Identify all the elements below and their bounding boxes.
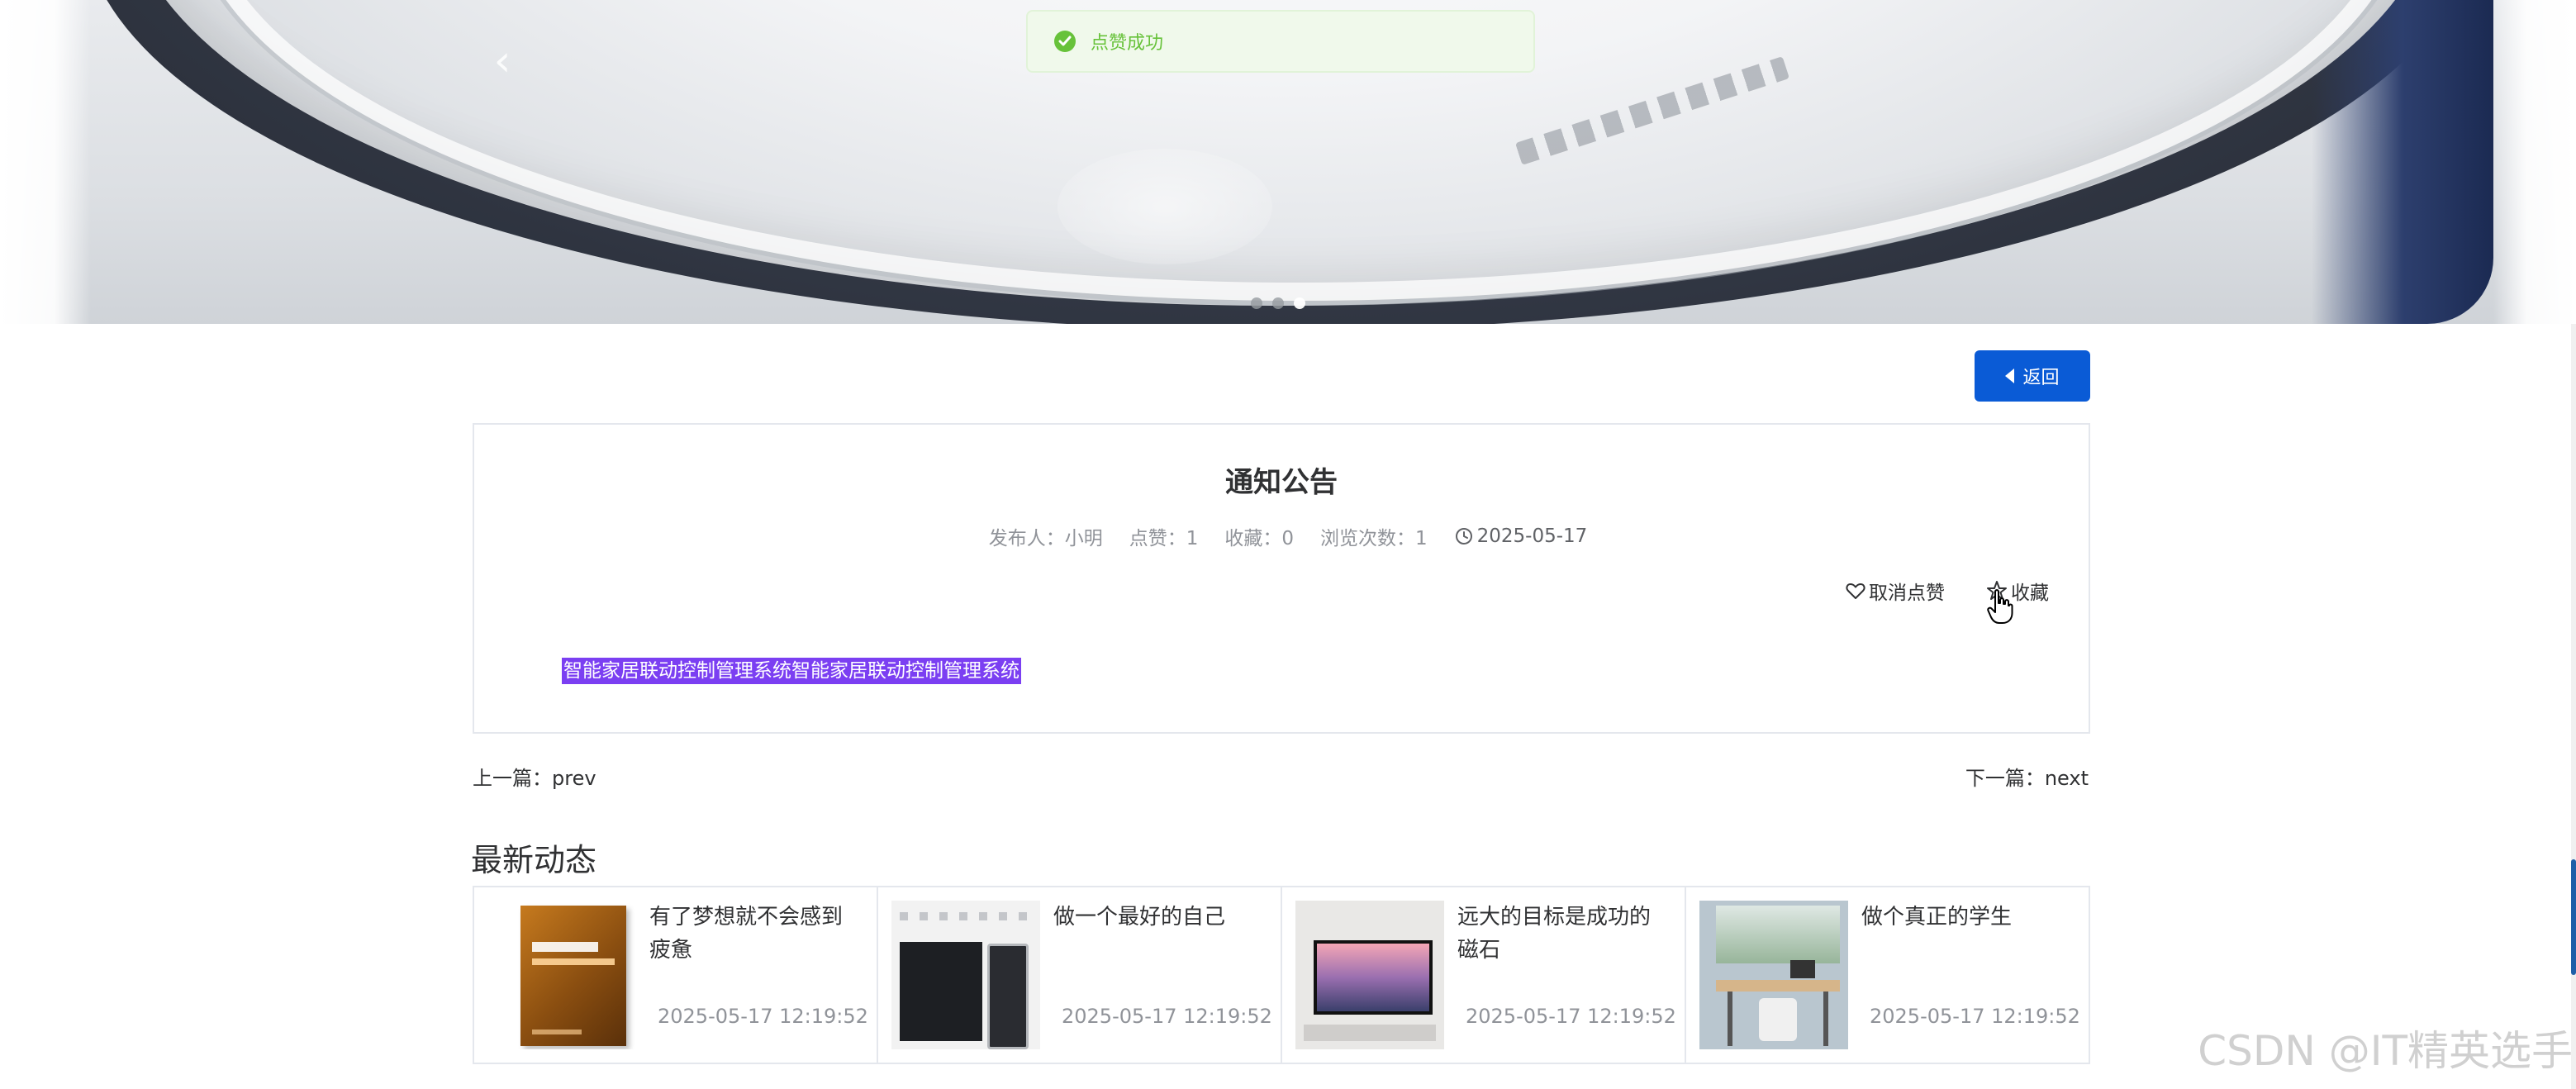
heart-icon (1846, 583, 1865, 599)
prev-article-link[interactable]: 上一篇：prev (473, 762, 596, 791)
notice-content: 智能家居联动控制管理系统智能家居联动控制管理系统 (562, 658, 1021, 684)
news-title[interactable]: 做一个最好的自己 (1053, 901, 1260, 934)
meta-publisher: 发布人：小明 (988, 528, 1103, 549)
news-time: 2025-05-17 12:19:52 (1466, 1005, 1676, 1028)
carousel-dot[interactable] (1272, 297, 1284, 309)
back-button[interactable]: 返回 (1975, 350, 2090, 402)
notice-meta: 发布人：小明 点赞：1 收藏：0 浏览次数：1 2025-05-17 (474, 522, 2089, 550)
news-thumbnail-phone[interactable] (891, 901, 1040, 1049)
news-thumbnail-tv[interactable] (1295, 901, 1444, 1049)
carousel-indicators (1251, 297, 1305, 309)
meta-date: 2025-05-17 (1454, 525, 1588, 547)
news-thumbnail-book[interactable] (487, 901, 636, 1049)
meta-date-text: 2025-05-17 (1476, 525, 1588, 547)
csdn-watermark: CSDN @IT精英选手 (2198, 1027, 2573, 1075)
carousel-dot[interactable] (1251, 297, 1262, 309)
check-circle-icon (1054, 31, 1076, 52)
hand-cursor-icon (1987, 588, 2013, 628)
favorite-label: 收藏 (2011, 583, 2049, 604)
carousel-dot-active[interactable] (1294, 297, 1305, 309)
toast-message: 点赞成功 (1091, 33, 1164, 54)
meta-likes: 点赞：1 (1129, 528, 1199, 549)
news-title[interactable]: 有了梦想就不会感到疲惫 (649, 901, 856, 967)
page-scrollbar-thumb[interactable] (2571, 859, 2576, 975)
next-article-link[interactable]: 下一篇：next (1965, 762, 2089, 791)
banner-device-shine (1057, 149, 1272, 264)
caret-left-icon (2005, 369, 2015, 383)
news-card[interactable]: 远大的目标是成功的磁石 2025-05-17 12:19:52 (1282, 887, 1686, 1063)
latest-section-title: 最新动态 (471, 842, 597, 878)
news-card[interactable]: 做个真正的学生 2025-05-17 12:19:52 (1686, 887, 2089, 1063)
news-title[interactable]: 远大的目标是成功的磁石 (1457, 901, 1664, 967)
banner-fade-left (0, 0, 91, 324)
clock-icon (1455, 528, 1472, 544)
back-button-label: 返回 (2022, 368, 2060, 388)
carousel-prev-arrow-icon[interactable]: ‹ (487, 36, 517, 86)
notice-card: 通知公告 发布人：小明 点赞：1 收藏：0 浏览次数：1 2025-05-17 … (473, 423, 2090, 734)
news-time: 2025-05-17 12:19:52 (1062, 1005, 1272, 1028)
news-card[interactable]: 做一个最好的自己 2025-05-17 12:19:52 (878, 887, 1282, 1063)
news-time: 2025-05-17 12:19:52 (1870, 1005, 2080, 1028)
meta-favorites: 收藏：0 (1224, 528, 1294, 549)
unlike-label: 取消点赞 (1869, 583, 1945, 604)
latest-news-grid: 有了梦想就不会感到疲惫 2025-05-17 12:19:52 做一个最好的自己… (473, 886, 2090, 1064)
meta-views: 浏览次数：1 (1319, 528, 1428, 549)
unlike-button[interactable]: 取消点赞 (1846, 577, 1945, 605)
news-thumbnail-desk[interactable] (1699, 901, 1848, 1049)
news-title[interactable]: 做个真正的学生 (1861, 901, 2068, 934)
news-time: 2025-05-17 12:19:52 (658, 1005, 868, 1028)
banner-fade-right (2493, 0, 2576, 324)
news-card[interactable]: 有了梦想就不会感到疲惫 2025-05-17 12:19:52 (474, 887, 878, 1063)
notice-title: 通知公告 (1225, 466, 1338, 499)
success-toast: 点赞成功 (1026, 10, 1535, 73)
